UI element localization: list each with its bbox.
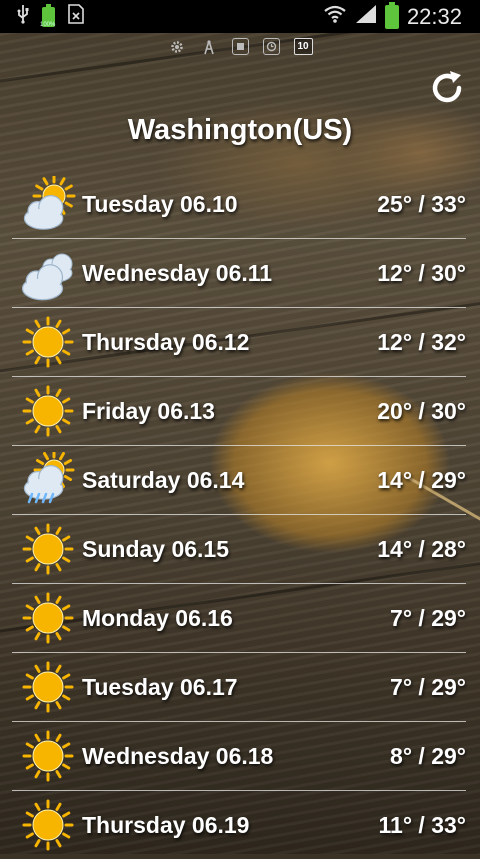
sunny-icon	[20, 383, 76, 439]
forecast-day: Monday 06.16	[82, 604, 233, 631]
forecast-temp: 8° / 29°	[390, 742, 466, 769]
battery-percent-label: 100%	[40, 21, 56, 28]
refresh-button[interactable]	[427, 68, 467, 108]
forecast-day: Thursday 06.19	[82, 811, 250, 838]
forecast-temp: 12° / 30°	[377, 259, 466, 286]
refresh-icon	[432, 71, 462, 103]
forecast-row[interactable]: Wednesday 06.11 12° / 30°	[12, 239, 466, 308]
usb-icon	[16, 4, 30, 29]
wifi-icon	[323, 4, 347, 29]
forecast-temp: 11° / 33°	[378, 811, 466, 838]
gear-icon	[168, 38, 186, 56]
sunny-icon	[20, 659, 76, 715]
forecast-row[interactable]: Thursday 06.12 12° / 32°	[12, 308, 466, 377]
forecast-day: Wednesday 06.18	[82, 742, 274, 769]
forecast-temp: 7° / 29°	[390, 673, 466, 700]
forecast-day: Sunday 06.15	[82, 535, 230, 562]
sunny-icon	[20, 797, 76, 853]
forecast-temp: 12° / 32°	[377, 328, 466, 355]
forecast-day: Friday 06.13	[82, 397, 215, 424]
forecast-day: Tuesday 06.10	[82, 190, 238, 217]
signal-icon	[355, 4, 377, 29]
forecast-day: Wednesday 06.11	[82, 259, 273, 286]
forecast-row[interactable]: Monday 06.16 7° / 29°	[12, 584, 466, 653]
sunny-icon	[20, 314, 76, 370]
battery-full-icon: 100%	[40, 3, 56, 28]
forecast-day: Saturday 06.14	[82, 466, 245, 493]
forecast-temp: 25° / 33°	[377, 190, 466, 217]
cloudy-icon	[20, 245, 76, 301]
sunny-icon	[20, 521, 76, 577]
indicator-icons: 10	[0, 38, 480, 56]
forecast-row[interactable]: Tuesday 06.17 7° / 29°	[12, 653, 466, 722]
forecast-temp: 14° / 28°	[377, 535, 466, 562]
square-icon	[231, 38, 249, 55]
notification-count-badge: 10	[293, 38, 313, 55]
forecast-temp: 20° / 30°	[377, 397, 466, 424]
forecast-row[interactable]: Wednesday 06.18 8° / 29°	[12, 722, 466, 791]
sim-card-icon	[67, 4, 85, 29]
forecast-day: Tuesday 06.17	[82, 673, 238, 700]
rain-icon	[20, 449, 76, 508]
forecast-row[interactable]: Sunday 06.15 14° / 28°	[12, 515, 466, 584]
forecast-row[interactable]: Friday 06.13 20° / 30°	[12, 377, 466, 446]
forecast-temp: 14° / 29°	[377, 466, 466, 493]
tower-icon	[200, 38, 218, 56]
partly-cloudy-icon	[20, 174, 76, 232]
status-bar: 100% 22:32	[0, 0, 480, 33]
city-title: Washington(US)	[127, 114, 353, 146]
sunny-icon	[20, 590, 76, 646]
forecast-row[interactable]: Thursday 06.19 11° / 33°	[12, 791, 466, 859]
timer-icon	[262, 38, 280, 55]
forecast-day: Thursday 06.12	[82, 328, 250, 355]
forecast-row[interactable]: Saturday 06.14 14° / 29°	[12, 446, 466, 515]
sunny-icon	[20, 728, 76, 784]
clock-time: 22:32	[406, 3, 462, 29]
forecast-temp: 7° / 29°	[390, 604, 466, 631]
battery-icon	[384, 1, 399, 29]
forecast-list: Tuesday 06.10 25° / 33° Wednesday 06.11 12…	[12, 170, 466, 859]
forecast-row[interactable]: Tuesday 06.10 25° / 33°	[12, 170, 466, 239]
